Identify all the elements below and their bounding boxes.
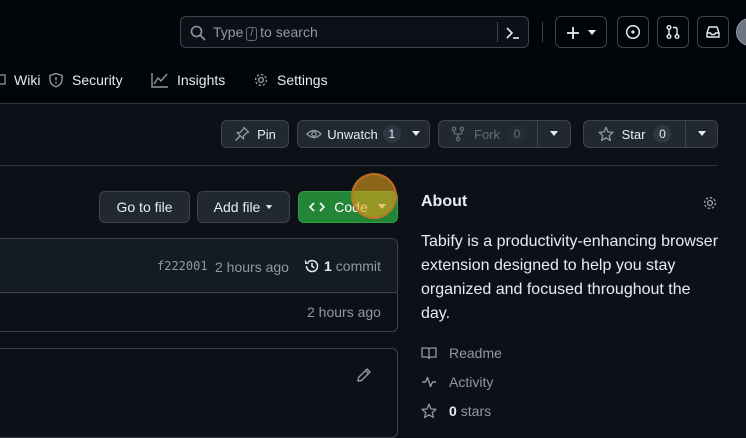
issues-button[interactable] [617, 16, 649, 48]
git-pull-request-icon [665, 24, 681, 40]
pin-button[interactable]: Pin [221, 120, 289, 148]
file-list-box: f222001 2 hours ago 1 commit 2 hours ago [0, 238, 398, 332]
triangle-down-icon [549, 131, 559, 137]
tab-security[interactable]: Security [48, 69, 123, 91]
code-icon [309, 199, 326, 215]
about-heading: About [421, 193, 468, 210]
commit-time: 2 hours ago [215, 259, 289, 275]
commit-history-link[interactable]: 1 commit [304, 258, 381, 274]
search-input[interactable]: Type / to search [180, 16, 529, 48]
watch-button[interactable]: Unwatch 1 [297, 120, 430, 148]
graph-icon [151, 72, 169, 88]
tab-label: Security [72, 72, 123, 88]
search-icon [190, 25, 206, 41]
triangle-down-icon [265, 204, 273, 210]
history-icon [304, 258, 320, 274]
about-description: Tabify is a productivity-enhancing brows… [421, 233, 719, 322]
gear-icon[interactable] [702, 195, 718, 211]
pencil-icon[interactable] [356, 367, 372, 383]
activity-link[interactable]: Activity [421, 372, 493, 392]
repo-forked-icon [450, 126, 466, 142]
search-divider [497, 22, 498, 42]
watch-count: 1 [382, 125, 401, 143]
star-dropdown-button[interactable] [685, 120, 718, 148]
tab-label: Settings [277, 72, 328, 88]
tab-insights[interactable]: Insights [151, 69, 225, 91]
issue-opened-icon [625, 24, 641, 40]
star-count: 0 [653, 125, 672, 143]
add-file-button[interactable]: Add file [197, 191, 290, 223]
create-new-button[interactable] [555, 16, 607, 48]
inbox-icon [705, 24, 721, 40]
eye-icon [306, 126, 323, 142]
go-to-file-button[interactable]: Go to file [99, 191, 190, 223]
search-shortcut-key: / [246, 27, 258, 41]
fork-count: 0 [508, 125, 526, 143]
commit-hash[interactable]: f222001 [157, 259, 208, 273]
cursor-highlight [351, 173, 397, 219]
tab-wiki[interactable]: Wiki [0, 69, 40, 91]
tab-label: Insights [177, 72, 226, 88]
fork-dropdown-button[interactable] [537, 120, 571, 148]
book-icon [421, 345, 437, 361]
star-icon [597, 126, 614, 142]
fork-button[interactable]: Fork 0 [438, 120, 538, 148]
search-placeholder: Type / to search [213, 24, 318, 41]
triangle-down-icon [697, 131, 707, 137]
gear-icon [253, 72, 269, 88]
shield-icon [48, 72, 64, 88]
pin-icon [234, 126, 250, 142]
book-icon [0, 72, 6, 88]
header-divider [542, 22, 543, 42]
stars-link[interactable]: 0 stars [421, 401, 491, 421]
plus-icon [565, 25, 581, 41]
file-row-time: 2 hours ago [307, 304, 381, 320]
divider [0, 165, 718, 166]
star-icon [421, 403, 437, 419]
tab-settings[interactable]: Settings [253, 69, 328, 91]
readme-box [0, 348, 398, 438]
triangle-down-icon [411, 131, 421, 137]
inbox-button[interactable] [697, 16, 729, 48]
command-palette-icon[interactable] [505, 25, 521, 41]
tab-label: Wiki [14, 72, 41, 88]
pulse-icon [421, 374, 437, 390]
readme-link[interactable]: Readme [421, 343, 502, 363]
triangle-down-icon [587, 30, 597, 36]
pull-requests-button[interactable] [657, 16, 689, 48]
star-button[interactable]: Star 0 [583, 120, 686, 148]
